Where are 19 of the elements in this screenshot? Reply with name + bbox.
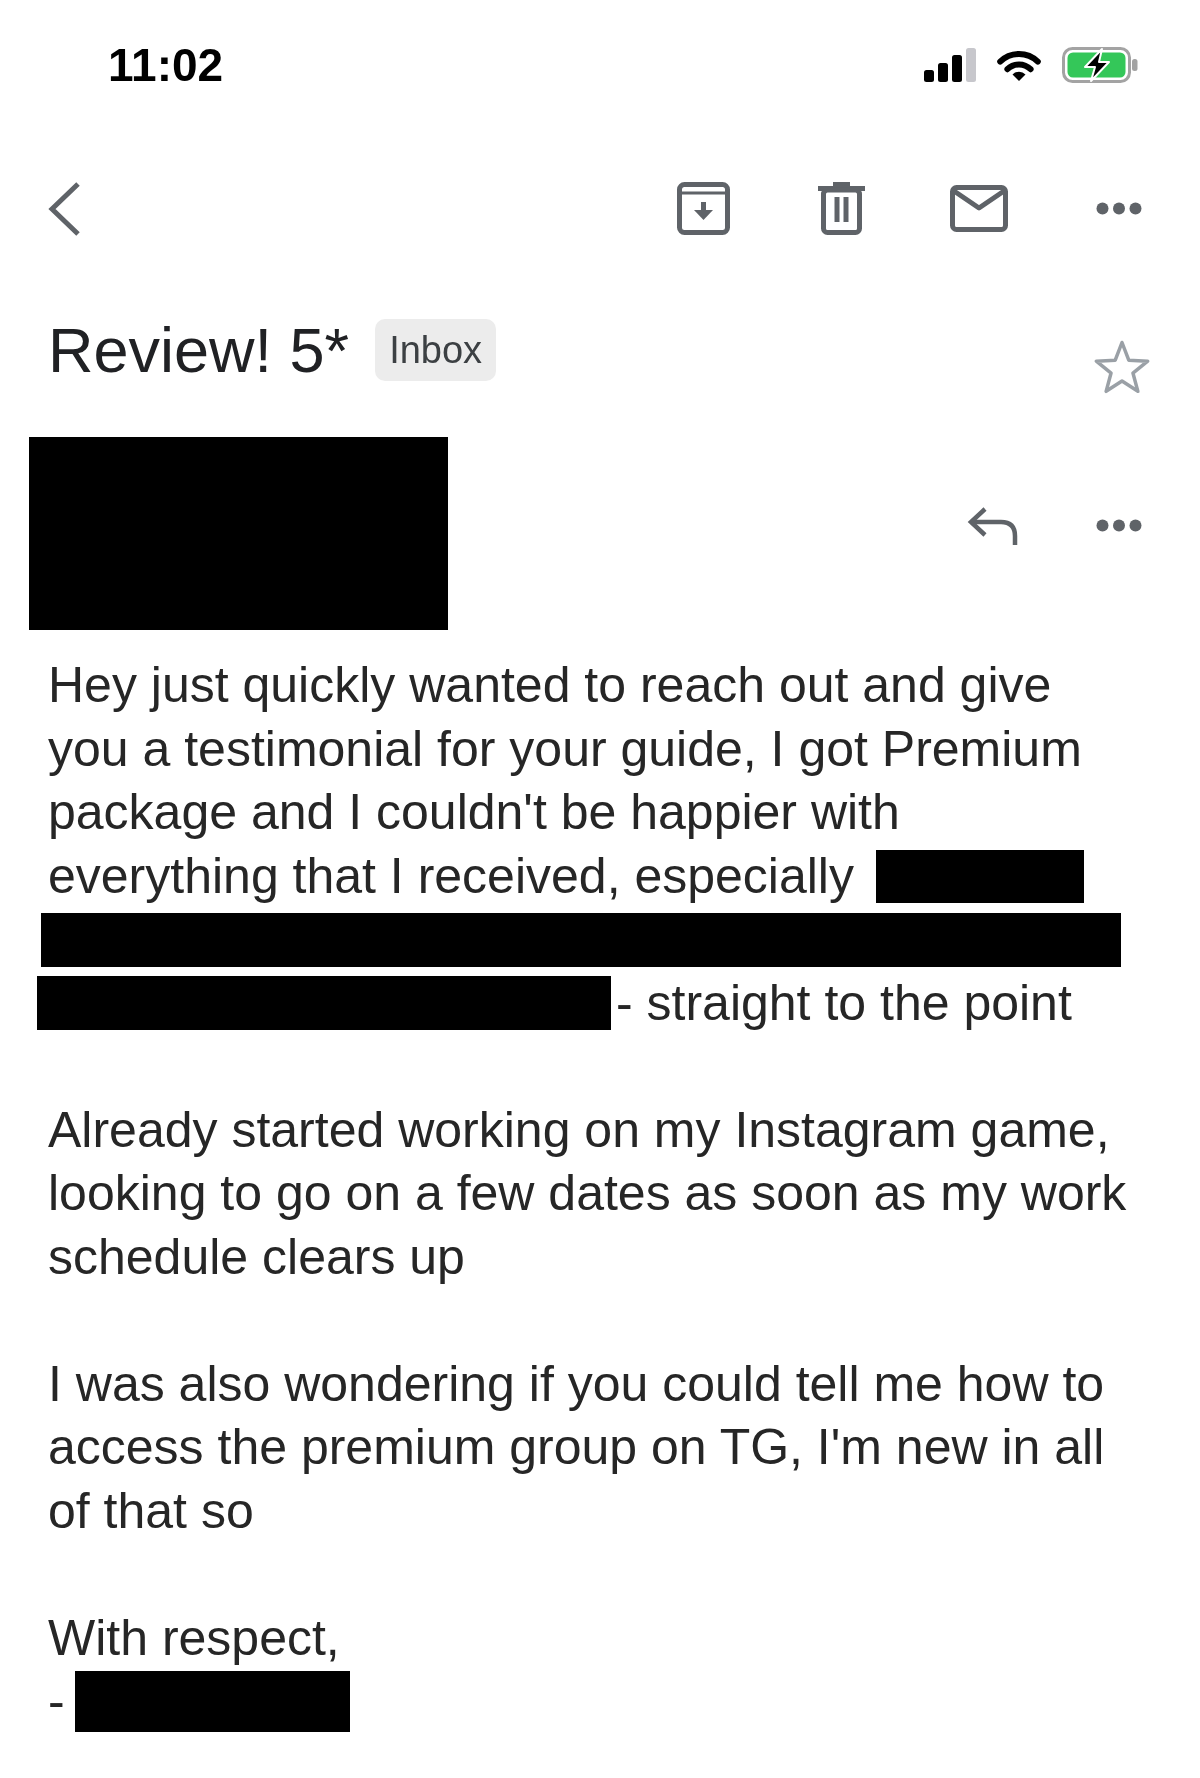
envelope-icon	[950, 185, 1008, 232]
message-paragraph: everything that I received, especially	[48, 846, 854, 906]
more-icon	[1096, 202, 1142, 215]
signal-icon	[924, 48, 977, 82]
archive-icon	[677, 182, 730, 235]
trash-icon	[818, 182, 865, 235]
message-paragraph: Already started working on my Instagram game, looking to go on a few dates as soon as my work schedule clears up	[48, 1100, 1128, 1287]
signature-dash: -	[48, 1672, 65, 1731]
reply-icon	[966, 506, 1018, 545]
email-subject: Review! 5*	[48, 318, 350, 382]
chevron-left-icon	[47, 180, 81, 237]
message-paragraph: I was also wondering if you could tell me how to access the premium group on TG, I'm new in all of that so	[48, 1354, 1106, 1541]
message-paragraph: - straight to the point	[616, 973, 1072, 1033]
more-icon	[1096, 519, 1142, 532]
wifi-icon	[996, 48, 1042, 82]
battery-icon	[1062, 47, 1138, 83]
folder-label: Inbox	[375, 319, 497, 381]
status-time: 11:02	[108, 42, 224, 88]
closing-text: With respect,	[48, 1608, 341, 1668]
